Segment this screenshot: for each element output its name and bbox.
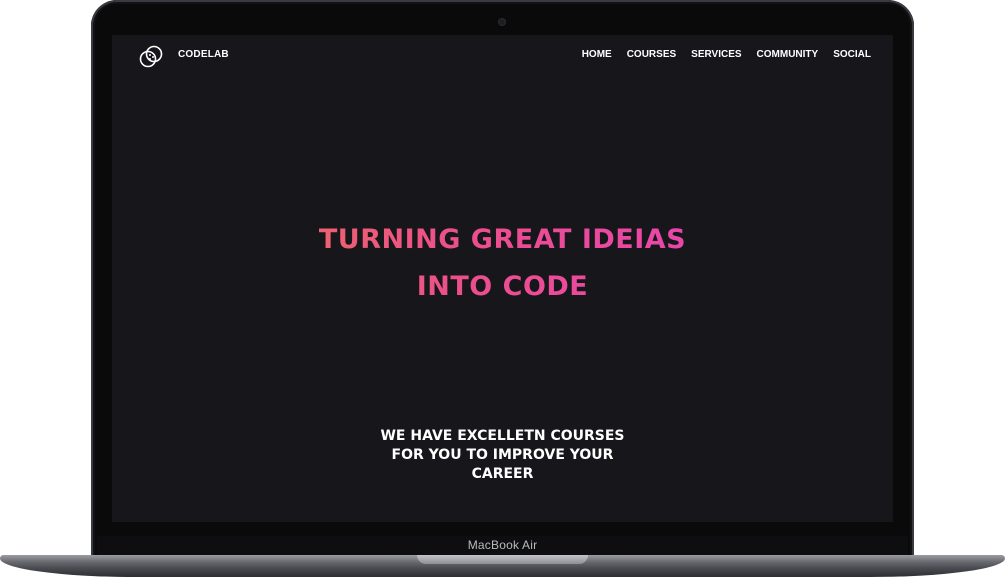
laptop-notch: [417, 555, 588, 564]
subheading-line-1: WE HAVE EXCELLETN COURSES: [380, 428, 625, 444]
browser-screen: CODELAB HOME COURSES SERVICES COMMUNITY …: [112, 35, 893, 522]
camera-icon: [499, 19, 505, 25]
hero-title-line-2: INTO CODE: [112, 271, 893, 302]
subheading-line-3: CAREER: [471, 466, 534, 482]
brand-name[interactable]: CODELAB: [178, 49, 229, 60]
logo-icon[interactable]: [138, 44, 164, 70]
nav-item-social[interactable]: SOCIAL: [833, 49, 871, 60]
hero-title-line-1: TURNING GREAT IDEIAS: [112, 224, 893, 255]
navbar: CODELAB HOME COURSES SERVICES COMMUNITY …: [112, 35, 893, 77]
nav-menu: HOME COURSES SERVICES COMMUNITY SOCIAL: [582, 49, 871, 60]
nav-item-courses[interactable]: COURSES: [627, 49, 676, 60]
laptop-mockup: CODELAB HOME COURSES SERVICES COMMUNITY …: [0, 0, 1005, 577]
nav-item-community[interactable]: COMMUNITY: [757, 49, 819, 60]
nav-item-home[interactable]: HOME: [582, 49, 612, 60]
hero-subheading: WE HAVE EXCELLETN COURSES FOR YOU TO IMP…: [112, 427, 893, 484]
nav-item-services[interactable]: SERVICES: [691, 49, 741, 60]
subheading-line-2: FOR YOU TO IMPROVE YOUR: [391, 447, 614, 463]
device-model-label: MacBook Air: [467, 538, 538, 552]
